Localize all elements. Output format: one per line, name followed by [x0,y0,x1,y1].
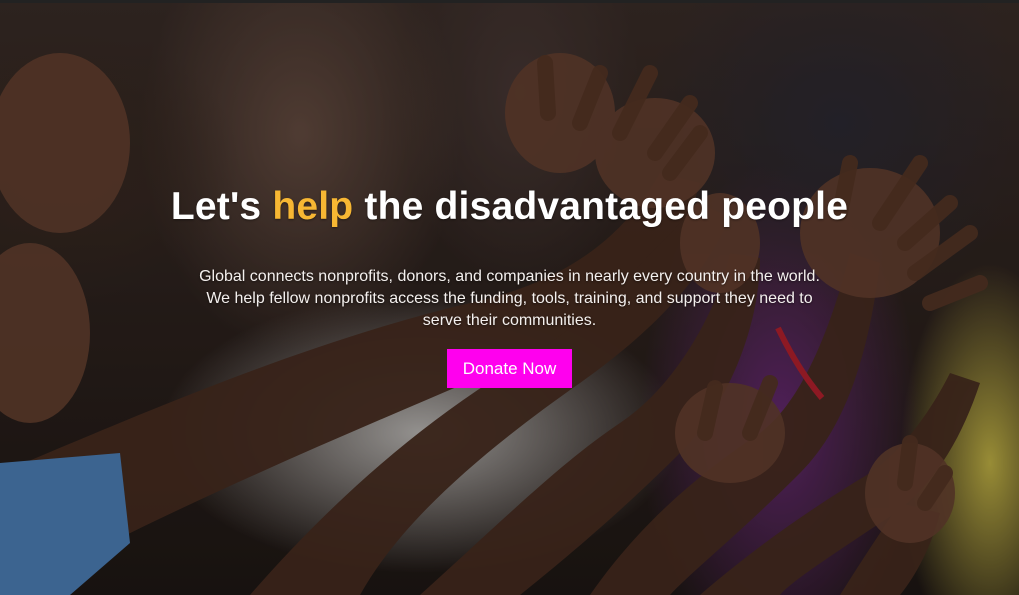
headline-end: the disadvantaged people [353,185,849,228]
hero-content: Let's help the disadvantaged people Glob… [0,181,1019,388]
headline-start: Let's [170,185,273,228]
description-line-3: serve their communities. [422,312,597,329]
description-line-2: We help fellow nonprofits access the fun… [206,290,813,307]
hero-section: Let's help the disadvantaged people Glob… [0,0,1019,595]
hero-description: Global connects nonprofits, donors, and … [190,266,830,332]
donate-now-button[interactable]: Donate Now [446,349,573,388]
hero-headline: Let's help the disadvantaged people [0,181,1019,233]
headline-accent: help [272,185,354,228]
description-line-1: Global connects nonprofits, donors, and … [199,268,820,285]
